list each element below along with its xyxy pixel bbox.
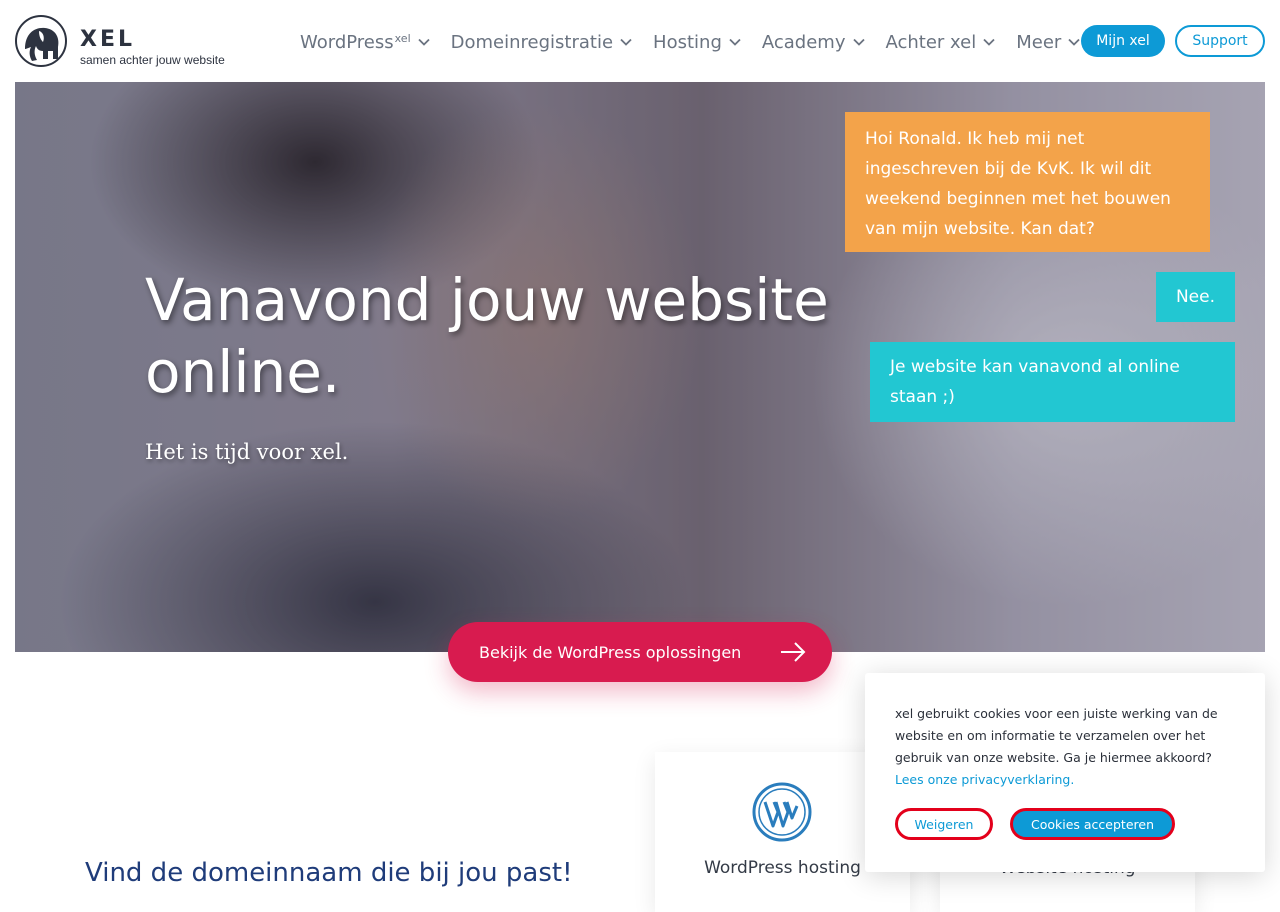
cookie-message: xel gebruikt cookies voor een juiste wer… [895,703,1235,791]
chevron-down-icon [983,38,995,46]
nav-item-label: Hosting [653,31,722,53]
support-button[interactable]: Support [1175,25,1265,57]
nav-item-label: Achter xel [885,31,977,53]
domain-search-heading: Vind de domeinnaam die bij jou past! [85,858,573,888]
nav-item-superscript: xel [394,31,411,45]
nav-item-label: Domeinregistratie [450,31,614,53]
cookie-message-text: xel gebruikt cookies voor een juiste wer… [895,706,1218,765]
refuse-cookies-button[interactable]: Weigeren [895,808,993,840]
hero-banner: Vanavond jouw website online. Het is tij… [15,82,1265,652]
site-header: XEL samen achter jouw website WordPress x… [0,0,1280,82]
chevron-down-icon [729,38,741,46]
nav-item-academy[interactable]: Academy [762,32,866,53]
nav-item-meer[interactable]: Meer [1016,32,1081,53]
cookie-consent-banner: xel gebruikt cookies voor een juiste wer… [865,673,1265,872]
hero-subtitle: Het is tijd voor xel. [145,440,349,464]
chevron-down-icon [1068,38,1080,46]
chat-bubble-answer-tonight: Je website kan vanavond al online staan … [870,342,1235,422]
chevron-down-icon [418,38,430,46]
nav-item-label: Meer [1016,31,1062,53]
chat-bubble-question: Hoi Ronald. Ik heb mij net ingeschreven … [845,112,1210,252]
accept-cookies-button[interactable]: Cookies accepteren [1010,808,1175,840]
wordpress-icon [752,782,812,842]
cta-label: Bekijk de WordPress oplossingen [479,642,742,662]
wordpress-solutions-cta-button[interactable]: Bekijk de WordPress oplossingen [448,622,832,682]
chevron-down-icon [620,38,632,46]
brand-name: XEL [80,27,136,52]
nav-item-achter-xel[interactable]: Achter xel [886,32,997,53]
nav-item-label: WordPress [300,31,394,53]
xel-logo[interactable]: XEL samen achter jouw website [15,15,245,69]
nav-item-domeinregistratie[interactable]: Domeinregistratie [451,32,633,53]
arrow-right-icon [781,642,806,662]
privacy-policy-link[interactable]: Lees onze privacyverklaring. [895,772,1074,787]
brand-tagline: samen achter jouw website [80,53,225,67]
nav-item-wordpress[interactable]: WordPress xel [300,32,431,53]
mijn-xel-button[interactable]: Mijn xel [1081,25,1165,57]
nav-item-label: Academy [761,31,846,53]
hero-title: Vanavond jouw website online. [145,266,829,406]
chat-bubble-answer-no: Nee. [1156,272,1235,322]
nav-item-hosting[interactable]: Hosting [653,32,742,53]
main-navigation: WordPress xel Domeinregistratie Hosting A… [300,22,1101,62]
elephant-logo-icon [15,15,67,67]
chevron-down-icon [852,38,865,46]
